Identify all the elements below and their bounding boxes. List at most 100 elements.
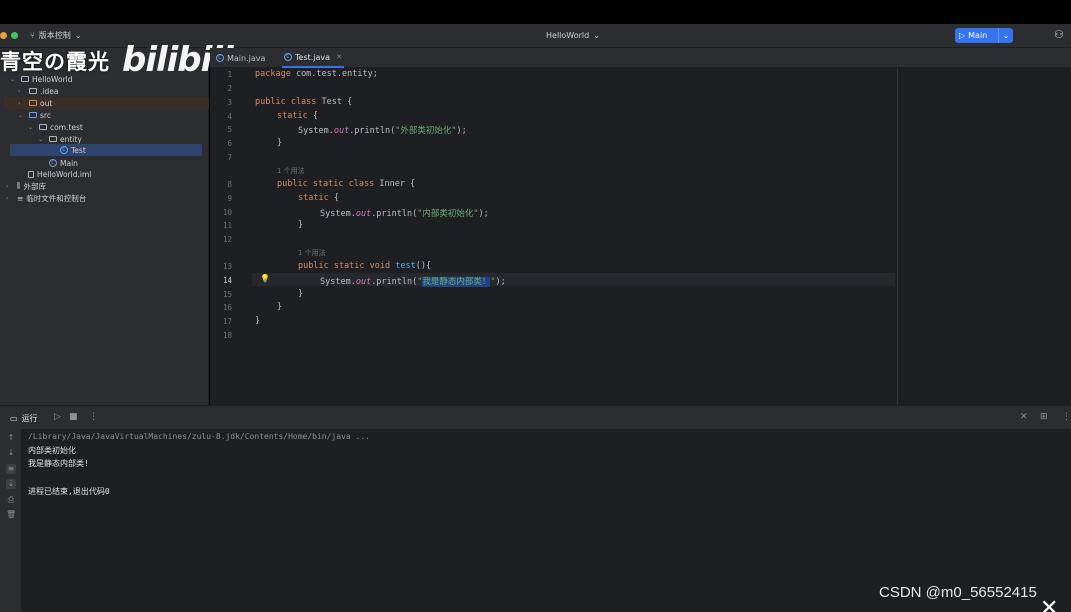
- tab-main-java[interactable]: C Main.java: [216, 48, 265, 68]
- print-icon[interactable]: ⎙: [6, 495, 16, 505]
- code-text: .println(: [371, 209, 418, 219]
- code-line-15: }: [298, 289, 304, 299]
- code-text: Test {: [316, 97, 353, 107]
- class-icon: C: [284, 53, 292, 61]
- tree-item-external-libraries[interactable]: › ⫼ 外部库: [6, 180, 46, 192]
- vcs-menu[interactable]: ⑂ 版本控制 ⌄: [30, 30, 82, 41]
- tree-item-src[interactable]: ⌄ src: [18, 109, 51, 121]
- tree-item-label: com.test: [50, 122, 83, 132]
- code-text: (){: [415, 261, 432, 271]
- branch-icon: ⑂: [30, 31, 35, 40]
- close-overlay-icon: ✕: [1040, 596, 1059, 612]
- layout-icon[interactable]: ⊞: [1040, 412, 1048, 422]
- line-number: 11: [222, 221, 232, 230]
- code-line-13: public static void test(){: [298, 261, 431, 271]
- tab-label: Main.java: [227, 53, 266, 63]
- chevron-down-icon[interactable]: ⌄: [999, 31, 1013, 40]
- line-number: 12: [222, 235, 232, 244]
- field: out: [355, 277, 372, 287]
- more-options-icon[interactable]: ⋮: [1062, 412, 1071, 422]
- arrow-up-icon[interactable]: ↑: [6, 433, 16, 443]
- trash-icon[interactable]: 🗑: [6, 510, 16, 520]
- code-line-4: static {: [277, 111, 318, 121]
- run-configuration-button[interactable]: ▷ Main ⌄: [955, 28, 1013, 43]
- tree-item-com-test[interactable]: ⌄ com.test: [28, 121, 83, 133]
- usage-hint[interactable]: 1 个用法: [277, 166, 305, 176]
- code-editor[interactable]: 1 2 3 4 5 6 7 8 9 10 11 12 13 14 15 16 1…: [210, 68, 1071, 405]
- line-number: 16: [222, 303, 232, 312]
- usage-hint[interactable]: 1 个用法: [298, 248, 326, 258]
- code-text: .println(: [371, 277, 418, 287]
- line-number: 17: [222, 317, 232, 326]
- code-text: {: [307, 111, 318, 121]
- line-number: 15: [222, 290, 232, 299]
- project-title-menu[interactable]: HelloWorld ⌄: [546, 31, 600, 40]
- project-panel: ⌄ HelloWorld › out › .idea ⌄ src ⌄ com.t…: [0, 48, 209, 405]
- class-icon: C: [60, 146, 68, 154]
- string-literal: "内部类初始化": [417, 209, 479, 219]
- code-line-16: }: [277, 302, 283, 312]
- run-tab[interactable]: ▭ 运行: [10, 413, 38, 424]
- chevron-down-icon: ⌄: [74, 31, 82, 40]
- user-icon[interactable]: ⚇: [1054, 28, 1064, 41]
- tree-item-label: Main: [60, 158, 78, 168]
- console-line: 进程已结束,退出代码0: [28, 487, 110, 496]
- run-tab-label: 运行: [21, 414, 38, 423]
- top-black-bar: [0, 0, 1071, 24]
- keyword: static: [277, 111, 308, 121]
- line-number: 8: [227, 180, 232, 189]
- stop-icon[interactable]: ■: [69, 412, 78, 422]
- tree-item-scratches[interactable]: › ≡ 临时文件和控制台: [6, 192, 86, 204]
- code-text: .println(: [349, 126, 396, 136]
- soft-wrap-icon[interactable]: ≡: [6, 464, 16, 474]
- lightbulb-icon[interactable]: 💡: [260, 274, 270, 283]
- method-name: test: [395, 261, 416, 271]
- tab-label: Test.java: [295, 52, 331, 62]
- editor-tab-bar: C Main.java C Test.java ✕: [210, 48, 1071, 68]
- code-line-6: }: [277, 138, 283, 148]
- keyword: package: [255, 69, 291, 79]
- close-icon[interactable]: ✕: [1020, 412, 1028, 422]
- right-margin-guide: [897, 68, 898, 405]
- rerun-icon[interactable]: ▷: [54, 412, 61, 422]
- code-text: System.: [320, 277, 356, 287]
- code-text: );: [478, 209, 489, 219]
- code-line-3: public class Test {: [255, 97, 352, 107]
- tree-item-out[interactable]: › out: [4, 97, 209, 109]
- library-icon: ⫼: [17, 181, 21, 190]
- scroll-to-end-icon[interactable]: ⇣: [6, 479, 16, 489]
- maximize-window-button[interactable]: [11, 32, 18, 39]
- chevron-right-icon: ›: [18, 99, 21, 107]
- tree-item-label: src: [40, 110, 51, 120]
- line-number: 1: [227, 70, 232, 79]
- folder-icon: [29, 112, 37, 118]
- tree-item-test[interactable]: C Test: [10, 144, 202, 156]
- close-icon[interactable]: ✕: [336, 53, 342, 61]
- scratch-icon: ≡: [17, 193, 24, 203]
- tree-item-label: HelloWorld.iml: [37, 169, 92, 179]
- minimize-window-button[interactable]: [0, 32, 7, 39]
- package-icon: [39, 124, 47, 130]
- tree-item-idea[interactable]: › .idea: [18, 85, 58, 97]
- code-text: );: [456, 126, 467, 136]
- line-number: 18: [222, 331, 232, 340]
- code-text: System.: [320, 209, 356, 219]
- csdn-watermark: CSDN @m0_56552415: [879, 584, 1037, 601]
- chevron-down-icon: ⌄: [38, 135, 44, 143]
- line-number: 6: [227, 139, 232, 148]
- more-options-icon[interactable]: ⋮: [89, 412, 98, 422]
- tab-test-java[interactable]: C Test.java ✕: [282, 48, 344, 68]
- tree-item-helloworld-iml[interactable]: HelloWorld.iml: [28, 168, 91, 180]
- code-line-14: System.out.println("我是静态内部类！");: [320, 275, 506, 287]
- class-icon: C: [216, 54, 224, 62]
- line-number: 4: [227, 112, 232, 121]
- field: out: [355, 209, 372, 219]
- tree-item-label: .idea: [40, 86, 59, 96]
- chevron-right-icon: ›: [6, 194, 9, 202]
- selected-text: 我是静态内部类！: [422, 277, 491, 287]
- line-number: 7: [227, 153, 232, 162]
- line-number: 2: [227, 84, 232, 93]
- arrow-down-icon[interactable]: ↓: [6, 448, 16, 458]
- vcs-label: 版本控制: [38, 31, 71, 40]
- package-icon: [49, 136, 57, 142]
